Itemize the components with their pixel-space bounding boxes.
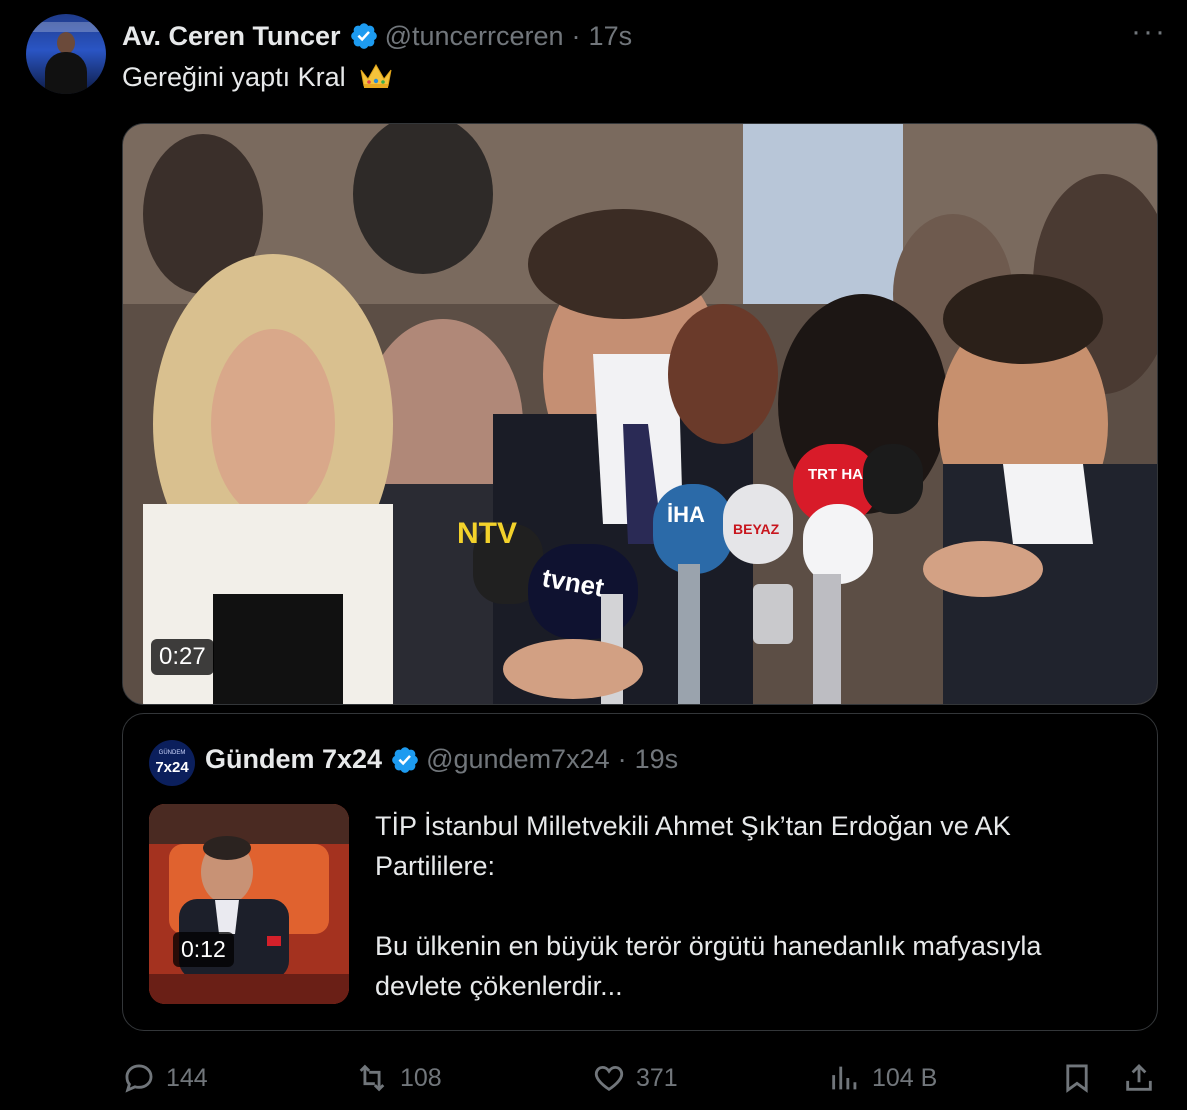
tweet-header: Av. Ceren Tuncer @tuncerrceren · 17s <box>122 18 632 54</box>
reply-button[interactable]: 144 <box>122 1058 208 1098</box>
author-avatar[interactable] <box>26 14 106 94</box>
tweet-video[interactable]: NTV tvnet İHA BEYAZ TRT HABER 0:27 <box>122 123 1158 705</box>
verified-badge-icon <box>350 23 377 49</box>
like-count: 371 <box>636 1063 678 1092</box>
tweet-text: Gereğini yaptı Kral <box>122 62 393 93</box>
quoted-tweet-header: Gündem 7x24 @gundem7x24 · 19s <box>205 744 678 775</box>
reply-count: 144 <box>166 1063 208 1092</box>
repost-button[interactable]: 108 <box>354 1058 442 1098</box>
views-button[interactable]: 104 B <box>828 1058 937 1098</box>
video-frame: NTV tvnet İHA BEYAZ TRT HABER <box>123 124 1157 704</box>
reply-icon <box>125 1064 153 1093</box>
mic-label: BEYAZ <box>733 521 780 537</box>
repost-count: 108 <box>400 1063 442 1092</box>
mic-label: NTV <box>457 517 517 550</box>
quoted-text-paragraph: TİP İstanbul Milletvekili Ahmet Şık’tan … <box>375 811 1011 881</box>
like-button[interactable]: 371 <box>592 1058 678 1098</box>
repost-icon <box>359 1064 385 1092</box>
tweet-actions: 144 108 371 104 B <box>122 1058 1162 1098</box>
separator-dot: · <box>617 744 627 774</box>
quoted-author-name[interactable]: Gündem 7x24 <box>205 744 382 775</box>
share-icon <box>1126 1063 1152 1091</box>
heart-icon <box>594 1065 624 1091</box>
views-count: 104 B <box>872 1063 938 1092</box>
crown-emoji-icon <box>360 63 392 88</box>
quoted-author-avatar[interactable]: GÜNDEM 7x24 <box>149 740 195 786</box>
views-icon <box>832 1066 857 1090</box>
quoted-video-duration: 0:12 <box>173 932 234 967</box>
quoted-text-paragraph: Bu ülkenin en büyük terör örgütü hanedan… <box>375 931 1042 1001</box>
quoted-video-thumbnail[interactable]: 0:12 <box>149 804 349 1004</box>
quoted-tweet-text: TİP İstanbul Milletvekili Ahmet Şık’tan … <box>375 806 1135 1006</box>
quoted-tweet[interactable]: GÜNDEM 7x24 Gündem 7x24 @gundem7x24 · 19… <box>122 713 1158 1031</box>
quoted-avatar-caption: GÜNDEM <box>158 750 186 756</box>
quoted-video-frame <box>149 804 349 1004</box>
verified-badge-icon <box>392 746 418 773</box>
timestamp[interactable]: 17s <box>589 21 633 52</box>
tweet-text-content: Gereğini yaptı Kral <box>122 62 346 92</box>
share-button[interactable] <box>1122 1058 1166 1098</box>
bookmark-button[interactable] <box>1060 1058 1104 1098</box>
video-duration: 0:27 <box>151 639 214 675</box>
mic-label: İHA <box>667 502 705 527</box>
quoted-avatar-logo: 7x24 <box>155 759 189 776</box>
author-name[interactable]: Av. Ceren Tuncer <box>122 21 341 52</box>
author-handle[interactable]: @tuncerrceren <box>385 21 564 52</box>
more-options-icon[interactable]: ··· <box>1131 17 1167 47</box>
quoted-author-handle[interactable]: @gundem7x24 <box>426 744 610 775</box>
bookmark-icon <box>1066 1064 1088 1093</box>
quoted-timestamp[interactable]: 19s <box>635 744 679 775</box>
separator-dot: · <box>571 20 581 51</box>
